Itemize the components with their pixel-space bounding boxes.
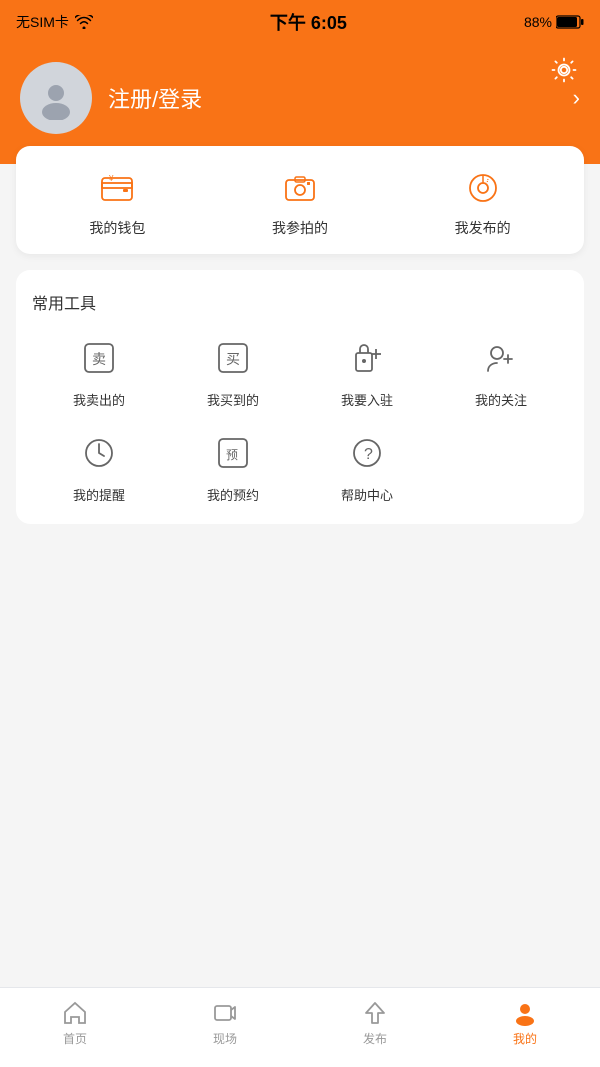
nav-home-label: 首页 [63, 1030, 87, 1047]
buy-icon: 买 [209, 334, 257, 382]
tool-sell[interactable]: 卖 我卖出的 [32, 334, 166, 409]
camera-icon [278, 166, 322, 210]
buy-label: 我买到的 [207, 390, 259, 409]
quick-wallet[interactable]: ¥ 我的钱包 [26, 166, 209, 238]
chevron-right-icon: › [573, 85, 580, 111]
wallet-label: 我的钱包 [89, 218, 145, 238]
tool-help[interactable]: ? 帮助中心 [300, 429, 434, 504]
sell-icon: 卖 [75, 334, 123, 382]
follow-icon [477, 334, 525, 382]
nav-live[interactable]: 现场 [150, 1000, 300, 1055]
avatar [20, 62, 92, 134]
tool-reserve[interactable]: 预 我的预约 [166, 429, 300, 504]
profile-row[interactable]: 注册/登录 › [20, 62, 580, 134]
status-right: 88% [524, 14, 584, 30]
tools-grid: 卖 我卖出的 买 我买到的 [32, 334, 568, 504]
sim-text: 无SIM卡 [16, 12, 69, 32]
reserve-icon: 预 [209, 429, 257, 477]
battery-percent: 88% [524, 14, 552, 30]
reminder-label: 我的提醒 [73, 485, 125, 504]
wifi-icon [75, 15, 93, 29]
tool-settle[interactable]: 我要入驻 [300, 334, 434, 409]
published-label: 我发布的 [455, 218, 511, 238]
status-left: 无SIM卡 [16, 12, 93, 32]
quick-participated[interactable]: 我参拍的 [209, 166, 392, 238]
nav-publish[interactable]: 发布 [300, 1000, 450, 1055]
help-label: 帮助中心 [341, 485, 393, 504]
nav-home[interactable]: 首页 [0, 1000, 150, 1055]
reserve-label: 我的预约 [207, 485, 259, 504]
battery-icon [556, 15, 584, 29]
svg-text:¥: ¥ [108, 174, 114, 183]
help-icon: ? [343, 429, 391, 477]
svg-text:买: 买 [226, 351, 240, 367]
tools-section: 常用工具 卖 我卖出的 买 我买到的 [16, 270, 584, 524]
settle-icon [343, 334, 391, 382]
publish-icon [461, 166, 505, 210]
participated-label: 我参拍的 [272, 218, 328, 238]
tool-buy[interactable]: 买 我买到的 [166, 334, 300, 409]
wallet-icon: ¥ [95, 166, 139, 210]
settle-label: 我要入驻 [341, 390, 393, 409]
status-time: 下午 6:05 [270, 9, 347, 35]
tools-title: 常用工具 [32, 290, 568, 314]
nav-my-label: 我的 [513, 1030, 537, 1047]
svg-text:预: 预 [226, 448, 238, 462]
svg-text:卖: 卖 [92, 351, 106, 367]
reminder-icon [75, 429, 123, 477]
quick-published[interactable]: 我发布的 [391, 166, 574, 238]
quick-actions-card: ¥ 我的钱包 我参拍的 我发布的 [16, 146, 584, 254]
tool-reminder[interactable]: 我的提醒 [32, 429, 166, 504]
bottom-nav: 首页 现场 发布 我的 [0, 987, 600, 1067]
tool-follow[interactable]: 我的关注 [434, 334, 568, 409]
follow-label: 我的关注 [475, 390, 527, 409]
sell-label: 我卖出的 [73, 390, 125, 409]
nav-my[interactable]: 我的 [450, 1000, 600, 1055]
svg-text:?: ? [364, 446, 373, 463]
nav-live-label: 现场 [213, 1030, 237, 1047]
status-bar: 无SIM卡 下午 6:05 88% [0, 0, 600, 44]
settings-button[interactable] [548, 54, 580, 86]
profile-text: 注册/登录 [108, 82, 557, 114]
nav-publish-label: 发布 [363, 1030, 387, 1047]
